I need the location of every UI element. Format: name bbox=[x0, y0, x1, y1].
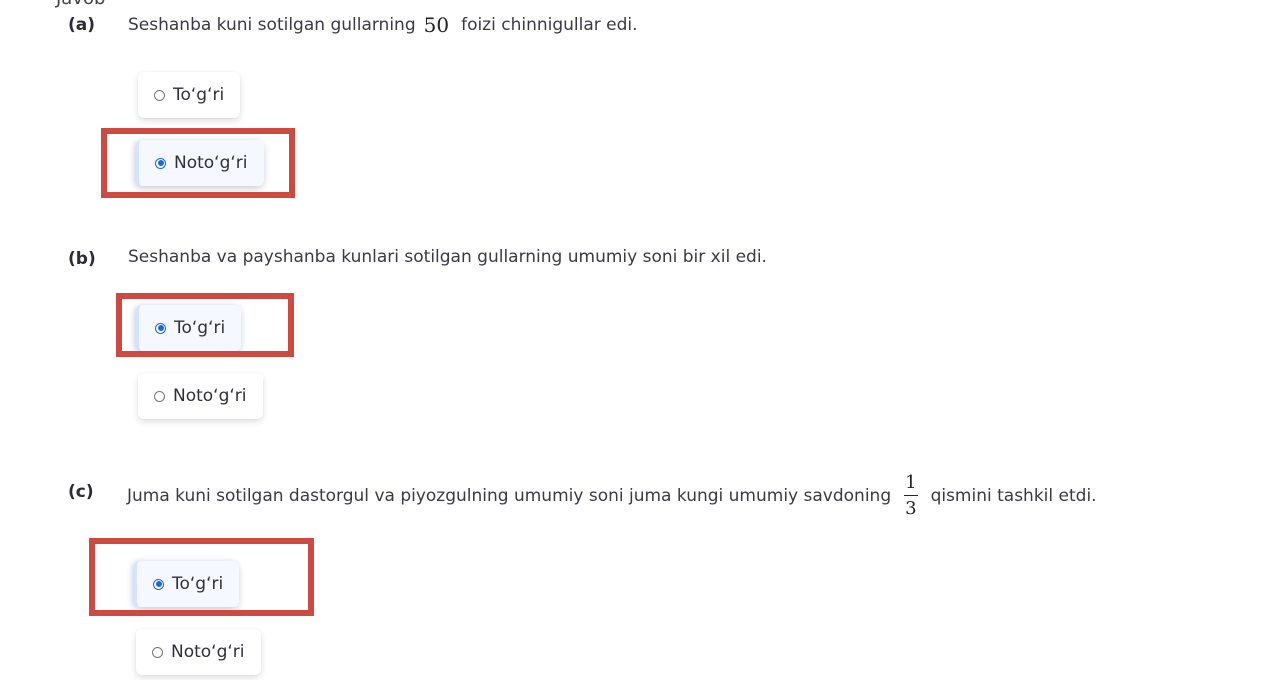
question-a-text-after: foizi chinnigullar edi. bbox=[461, 15, 638, 35]
fraction-numerator: 1 bbox=[905, 472, 917, 493]
question-c-option-false[interactable]: Noto‘g‘ri bbox=[136, 629, 261, 675]
question-c-text-before: Juma kuni sotilgan dastorgul va piyozgul… bbox=[127, 486, 892, 506]
radio-selected-icon[interactable] bbox=[155, 322, 166, 334]
option-label: To‘g‘ri bbox=[174, 318, 226, 338]
section-heading: Javob bbox=[56, 0, 105, 9]
question-a-option-true[interactable]: To‘g‘ri bbox=[138, 72, 241, 118]
radio-unselected-icon[interactable] bbox=[152, 646, 163, 658]
radio-selected-icon[interactable] bbox=[155, 157, 166, 169]
question-a-letter: (a) bbox=[68, 15, 96, 35]
question-b-option-false[interactable]: Noto‘g‘ri bbox=[138, 373, 263, 419]
radio-selected-icon[interactable] bbox=[153, 578, 164, 590]
radio-unselected-icon[interactable] bbox=[154, 89, 165, 101]
option-label: Noto‘g‘ri bbox=[174, 153, 248, 173]
question-a-text: Seshanba kuni sotilgan gullarning 50 foi… bbox=[128, 13, 638, 37]
question-c-letter: (c) bbox=[68, 482, 94, 502]
question-b-option-true[interactable]: To‘g‘ri bbox=[136, 305, 242, 351]
fraction: 1 3 bbox=[903, 474, 918, 518]
question-c-text: Juma kuni sotilgan dastorgul va piyozgul… bbox=[127, 474, 1097, 518]
option-label: To‘g‘ri bbox=[172, 574, 224, 594]
option-label: Noto‘g‘ri bbox=[171, 642, 245, 662]
question-a-text-before: Seshanba kuni sotilgan gullarning bbox=[128, 15, 416, 35]
answer-page: Javob (a) Seshanba kuni sotilgan gullarn… bbox=[0, 0, 1280, 680]
question-b-letter: (b) bbox=[68, 249, 96, 269]
question-c-option-true[interactable]: To‘g‘ri bbox=[134, 561, 240, 607]
question-c-text-after: qismini tashkil etdi. bbox=[930, 486, 1097, 506]
question-a-math-value: 50 bbox=[423, 13, 450, 37]
radio-unselected-icon[interactable] bbox=[154, 390, 165, 402]
question-b-text: Seshanba va payshanba kunlari sotilgan g… bbox=[128, 247, 767, 267]
question-a-option-false[interactable]: Noto‘g‘ri bbox=[136, 140, 264, 186]
option-label: To‘g‘ri bbox=[173, 85, 225, 105]
option-label: Noto‘g‘ri bbox=[173, 386, 247, 406]
fraction-denominator: 3 bbox=[905, 498, 917, 519]
